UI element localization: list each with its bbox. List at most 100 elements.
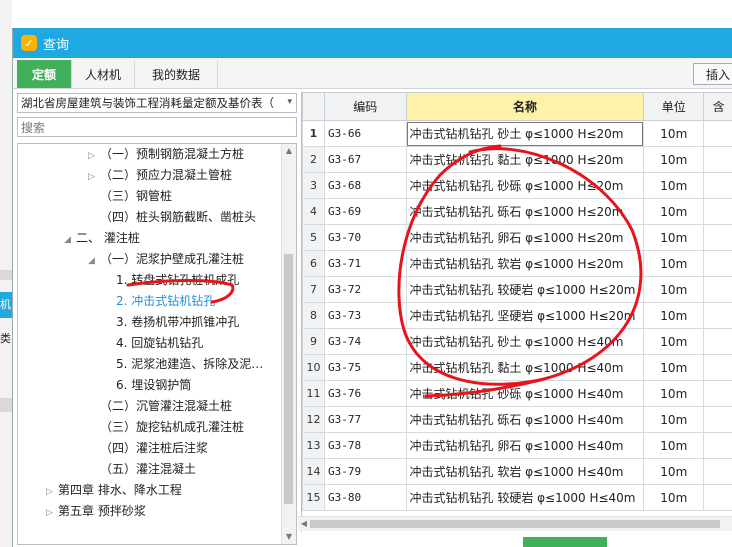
expand-arrow-icon[interactable]: ▷: [88, 167, 100, 187]
tree-item[interactable]: 5. 泥浆池建造、拆除及泥…: [116, 354, 263, 374]
quota-code[interactable]: G3-68: [323, 172, 407, 199]
quota-name[interactable]: 冲击式钻机钻孔 黏土 φ≤1000 H≤20m: [405, 146, 645, 173]
tree-item[interactable]: ▷ 第四章 排水、降水工程: [46, 480, 182, 500]
scroll-thumb[interactable]: [310, 520, 720, 528]
tree-item[interactable]: （五）灌注混凝土: [100, 459, 196, 479]
tree-scrollbar[interactable]: ▲ ▼: [281, 144, 296, 544]
quota-unit[interactable]: 10m: [643, 198, 705, 225]
row-number[interactable]: 13: [302, 432, 325, 459]
row-number[interactable]: 15: [302, 484, 325, 511]
quota-name[interactable]: 冲击式钻机钻孔 软岩 φ≤1000 H≤40m: [405, 458, 645, 485]
row-number[interactable]: 5: [302, 224, 325, 251]
tree-item[interactable]: ▷ 第五章 预拌砂浆: [46, 501, 146, 521]
row-number[interactable]: 8: [302, 302, 325, 329]
quota-content[interactable]: [703, 198, 732, 225]
library-select[interactable]: 湖北省房屋建筑与装饰工程消耗量定额及基价表（ ▾: [17, 93, 297, 113]
tree-item[interactable]: 3. 卷扬机带冲抓锥冲孔: [116, 312, 239, 332]
quota-unit[interactable]: 10m: [643, 380, 705, 407]
table-row[interactable]: 12 G3-77 冲击式钻机钻孔 砾石 φ≤1000 H≤40m 10m: [302, 406, 732, 433]
tree-item[interactable]: 6. 埋设钢护筒: [116, 375, 191, 395]
quota-name[interactable]: 冲击式钻机钻孔 砂砾 φ≤1000 H≤40m: [405, 380, 645, 407]
tree-item[interactable]: 1. 转盘式钻孔桩机成孔: [116, 270, 239, 290]
quota-unit[interactable]: 10m: [643, 484, 705, 511]
table-row[interactable]: 8 G3-73 冲击式钻机钻孔 坚硬岩 φ≤1000 H≤20m 10m: [302, 302, 732, 329]
tree-item[interactable]: （三）旋挖钻机成孔灌注桩: [100, 417, 244, 437]
quota-content[interactable]: [703, 484, 732, 511]
tab-labor-material-machine[interactable]: 人材机: [72, 60, 135, 88]
tree-item-selected[interactable]: 2. 冲击式钻机钻孔: [116, 291, 215, 311]
quota-name[interactable]: 冲击式钻机钻孔 坚硬岩 φ≤1000 H≤20m: [405, 302, 645, 329]
quota-content[interactable]: [703, 380, 732, 407]
collapse-arrow-icon[interactable]: ◢: [88, 251, 100, 271]
grid-horizontal-scrollbar[interactable]: ◀: [298, 516, 732, 531]
tree-item[interactable]: 4. 回旋钻机钻孔: [116, 333, 203, 353]
quota-unit[interactable]: 10m: [643, 146, 705, 173]
quota-name[interactable]: 冲击式钻机钻孔 黏土 φ≤1000 H≤40m: [405, 354, 645, 381]
row-number[interactable]: 9: [302, 328, 325, 355]
quota-code[interactable]: G3-72: [323, 276, 407, 303]
expand-arrow-icon[interactable]: ▷: [88, 146, 100, 166]
quota-unit[interactable]: 10m: [643, 354, 705, 381]
quota-content[interactable]: [703, 458, 732, 485]
splitter-handle[interactable]: [523, 537, 607, 547]
row-number[interactable]: 6: [302, 250, 325, 277]
quota-name[interactable]: 冲击式钻机钻孔 卵石 φ≤1000 H≤20m: [405, 224, 645, 251]
quota-code[interactable]: G3-66: [323, 120, 407, 147]
quota-unit[interactable]: 10m: [643, 328, 705, 355]
table-row[interactable]: 6 G3-71 冲击式钻机钻孔 软岩 φ≤1000 H≤20m 10m: [302, 250, 732, 277]
quota-name[interactable]: 冲击式钻机钻孔 较硬岩 φ≤1000 H≤20m: [405, 276, 645, 303]
quota-name[interactable]: 冲击式钻机钻孔 砾石 φ≤1000 H≤40m: [405, 406, 645, 433]
quota-code[interactable]: G3-71: [323, 250, 407, 277]
quota-code[interactable]: G3-77: [323, 406, 407, 433]
tree-item[interactable]: ◢ （一）泥浆护壁成孔灌注桩: [88, 249, 244, 269]
row-number[interactable]: 7: [302, 276, 325, 303]
table-row[interactable]: 3 G3-68 冲击式钻机钻孔 砂砾 φ≤1000 H≤20m 10m: [302, 172, 732, 199]
quota-unit[interactable]: 10m: [643, 458, 705, 485]
quota-name[interactable]: 冲击式钻机钻孔 较硬岩 φ≤1000 H≤40m: [405, 484, 645, 511]
quota-code[interactable]: G3-80: [323, 484, 407, 511]
quota-name[interactable]: 冲击式钻机钻孔 软岩 φ≤1000 H≤20m: [405, 250, 645, 277]
row-number[interactable]: 10: [302, 354, 325, 381]
tree-item[interactable]: （二）沉管灌注混凝土桩: [100, 396, 232, 416]
insert-button[interactable]: 插入: [693, 63, 732, 85]
quota-code[interactable]: G3-78: [323, 432, 407, 459]
scroll-thumb[interactable]: [284, 254, 293, 504]
quota-content[interactable]: [703, 120, 732, 147]
quota-content[interactable]: [703, 172, 732, 199]
chevron-down-icon[interactable]: ▾: [287, 97, 292, 107]
quota-unit[interactable]: 10m: [643, 224, 705, 251]
table-row[interactable]: 7 G3-72 冲击式钻机钻孔 较硬岩 φ≤1000 H≤20m 10m: [302, 276, 732, 303]
scroll-down-icon[interactable]: ▼: [282, 530, 296, 544]
row-number[interactable]: 12: [302, 406, 325, 433]
quota-code[interactable]: G3-69: [323, 198, 407, 225]
quota-content[interactable]: [703, 406, 732, 433]
column-header-content[interactable]: 含: [703, 92, 732, 121]
quota-content[interactable]: [703, 224, 732, 251]
search-input[interactable]: 搜索: [17, 117, 297, 137]
quota-content[interactable]: [703, 432, 732, 459]
row-number[interactable]: 11: [302, 380, 325, 407]
scroll-left-icon[interactable]: ◀: [298, 517, 310, 531]
quota-unit[interactable]: 10m: [643, 302, 705, 329]
table-row[interactable]: 13 G3-78 冲击式钻机钻孔 卵石 φ≤1000 H≤40m 10m: [302, 432, 732, 459]
tab-my-data[interactable]: 我的数据: [135, 60, 218, 88]
corner-cell[interactable]: [302, 92, 325, 121]
quota-code[interactable]: G3-67: [323, 146, 407, 173]
quota-name[interactable]: 冲击式钻机钻孔 砂砾 φ≤1000 H≤20m: [405, 172, 645, 199]
table-row[interactable]: 11 G3-76 冲击式钻机钻孔 砂砾 φ≤1000 H≤40m 10m: [302, 380, 732, 407]
quota-code[interactable]: G3-73: [323, 302, 407, 329]
quota-unit[interactable]: 10m: [643, 406, 705, 433]
quota-code[interactable]: G3-70: [323, 224, 407, 251]
quota-name[interactable]: 冲击式钻机钻孔 卵石 φ≤1000 H≤40m: [405, 432, 645, 459]
table-row[interactable]: 10 G3-75 冲击式钻机钻孔 黏土 φ≤1000 H≤40m 10m: [302, 354, 732, 381]
row-number[interactable]: 4: [302, 198, 325, 225]
tree-item[interactable]: （四）灌注桩后注浆: [100, 438, 208, 458]
tree-item[interactable]: （三）钢管桩: [88, 186, 172, 206]
table-row[interactable]: 1 G3-66 冲击式钻机钻孔 砂土 φ≤1000 H≤20m 10m: [302, 120, 732, 147]
quota-code[interactable]: G3-76: [323, 380, 407, 407]
column-header-code[interactable]: 编码: [323, 92, 407, 121]
quota-code[interactable]: G3-79: [323, 458, 407, 485]
tree-item[interactable]: （四）桩头钢筋截断、凿桩头: [88, 207, 256, 227]
expand-arrow-icon[interactable]: ▷: [46, 503, 58, 523]
column-header-unit[interactable]: 单位: [643, 92, 705, 121]
